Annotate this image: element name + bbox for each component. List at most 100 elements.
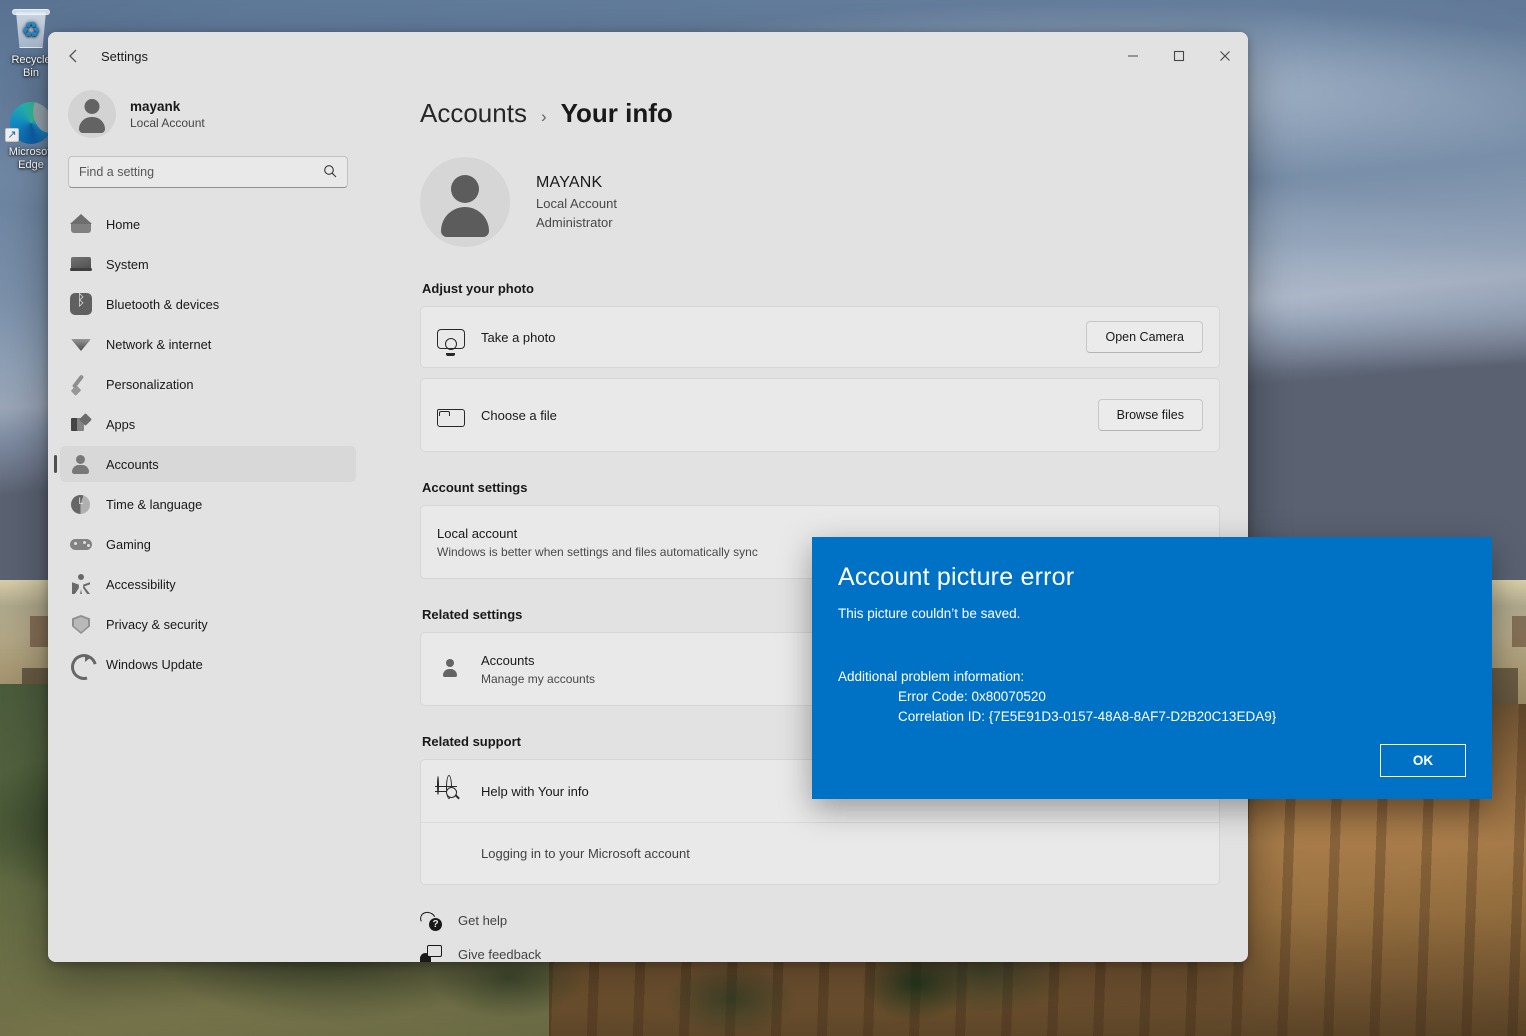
settings-window: Settings mayank L — [48, 32, 1248, 962]
account-picture-error-dialog: Account picture error This picture could… — [812, 537, 1492, 799]
spacer-icon — [437, 840, 465, 868]
gaming-icon — [70, 533, 92, 555]
search-icon — [323, 164, 337, 181]
time-icon — [70, 493, 92, 515]
maximize-button[interactable] — [1156, 32, 1202, 80]
user-role: Administrator — [536, 215, 617, 230]
sidebar-item-accounts[interactable]: Accounts — [60, 446, 356, 482]
sidebar-item-label: Windows Update — [106, 657, 203, 672]
help-with-your-info-label: Help with Your info — [481, 784, 589, 799]
chevron-right-icon: › — [541, 107, 547, 127]
globe-search-icon — [437, 777, 465, 805]
user-account-type: Local Account — [536, 196, 617, 211]
related-accounts-sub: Manage my accounts — [481, 672, 595, 686]
sidebar: mayank Local Account — [48, 80, 368, 962]
sidebar-item-label: Network & internet — [106, 337, 211, 352]
footer-links: Get help Give feedback — [420, 903, 1220, 962]
local-account-label: Local account — [437, 526, 758, 541]
breadcrumb: Accounts › Your info — [420, 98, 1220, 129]
sidebar-item-label: Apps — [106, 417, 135, 432]
logging-in-row[interactable]: Logging in to your Microsoft account — [421, 822, 1219, 884]
sidebar-item-label: Bluetooth & devices — [106, 297, 219, 312]
camera-icon — [437, 329, 465, 349]
dialog-message: This picture couldn’t be saved. — [838, 606, 1466, 621]
sidebar-item-accessibility[interactable]: Accessibility — [60, 566, 356, 602]
profile-subtitle: Local Account — [130, 116, 205, 130]
browse-files-button[interactable]: Browse files — [1098, 399, 1203, 431]
user-summary: MAYANK Local Account Administrator — [420, 157, 1220, 247]
page-title: Your info — [561, 98, 673, 129]
choose-file-card: Choose a file Browse files — [420, 378, 1220, 452]
take-photo-label: Take a photo — [481, 330, 555, 345]
search-input[interactable] — [79, 165, 317, 179]
dialog-extra-info: Additional problem information: Error Co… — [838, 667, 1466, 727]
local-account-sub: Windows is better when settings and file… — [437, 545, 758, 559]
breadcrumb-parent[interactable]: Accounts — [420, 98, 527, 129]
close-button[interactable] — [1202, 32, 1248, 80]
dialog-correlation-id: Correlation ID: {7E5E91D3-0157-48A8-8AF7… — [838, 707, 1466, 727]
window-title: Settings — [101, 49, 148, 64]
adjust-photo-heading: Adjust your photo — [422, 281, 1220, 296]
dialog-title: Account picture error — [838, 563, 1466, 592]
sidebar-item-personalization[interactable]: Personalization — [60, 366, 356, 402]
related-accounts-label: Accounts — [481, 653, 595, 668]
window-controls — [1110, 32, 1248, 80]
minimize-button[interactable] — [1110, 32, 1156, 80]
avatar — [68, 90, 116, 138]
search-box[interactable] — [68, 156, 348, 188]
give-feedback-label[interactable]: Give feedback — [458, 947, 541, 962]
sidebar-item-home[interactable]: Home — [60, 206, 356, 242]
home-icon — [70, 213, 92, 235]
account-settings-heading: Account settings — [422, 480, 1220, 495]
sidebar-item-network-internet[interactable]: Network & internet — [60, 326, 356, 362]
sidebar-item-label: Home — [106, 217, 140, 232]
take-photo-card: Take a photo Open Camera — [420, 306, 1220, 368]
feedback-icon — [420, 943, 442, 962]
sidebar-item-time-language[interactable]: Time & language — [60, 486, 356, 522]
dialog-error-code: Error Code: 0x80070520 — [838, 687, 1466, 707]
logging-in-link[interactable]: Logging in to your Microsoft account — [481, 846, 690, 861]
ok-button[interactable]: OK — [1380, 744, 1466, 777]
get-help-link[interactable]: Get help — [420, 903, 1220, 937]
sidebar-item-label: Accounts — [106, 457, 159, 472]
user-name: MAYANK — [536, 174, 617, 192]
desktop-icon-label: Microsoft Edge — [9, 146, 54, 171]
open-camera-button[interactable]: Open Camera — [1086, 321, 1203, 353]
back-button[interactable] — [57, 39, 91, 73]
privacy-icon — [70, 613, 92, 635]
system-icon — [70, 253, 92, 275]
accounts-icon — [70, 453, 92, 475]
sidebar-item-label: Privacy & security — [106, 617, 208, 632]
personalization-icon — [70, 373, 92, 395]
sidebar-item-label: Accessibility — [106, 577, 176, 592]
apps-icon — [70, 413, 92, 435]
sidebar-item-system[interactable]: System — [60, 246, 356, 282]
sidebar-item-windows-update[interactable]: Windows Update — [60, 646, 356, 682]
sidebar-item-bluetooth-devices[interactable]: Bluetooth & devices — [60, 286, 356, 322]
accessibility-icon — [70, 573, 92, 595]
network-icon — [70, 333, 92, 355]
user-avatar — [420, 157, 510, 247]
help-icon — [420, 909, 442, 931]
shortcut-arrow-icon: ↗ — [5, 128, 19, 142]
main-content: Accounts › Your info MAYANK Local Accoun… — [368, 80, 1248, 962]
sidebar-nav: Home System Bluetooth & devices Network … — [60, 206, 356, 682]
profile-name: mayank — [130, 99, 205, 114]
give-feedback-link[interactable]: Give feedback — [420, 937, 1220, 962]
sidebar-item-label: Gaming — [106, 537, 151, 552]
sidebar-item-apps[interactable]: Apps — [60, 406, 356, 442]
sidebar-item-label: Time & language — [106, 497, 202, 512]
sidebar-item-label: System — [106, 257, 149, 272]
bluetooth-icon — [70, 293, 92, 315]
desktop-icon-label: Recycle Bin — [11, 54, 50, 79]
folder-icon — [437, 409, 465, 427]
person-icon — [437, 655, 465, 683]
search-container — [60, 142, 356, 192]
update-icon — [70, 653, 92, 675]
sidebar-profile[interactable]: mayank Local Account — [60, 80, 356, 142]
get-help-label[interactable]: Get help — [458, 913, 507, 928]
sidebar-item-gaming[interactable]: Gaming — [60, 526, 356, 562]
sidebar-item-privacy-security[interactable]: Privacy & security — [60, 606, 356, 642]
choose-file-label: Choose a file — [481, 408, 557, 423]
dialog-extra-heading: Additional problem information: — [838, 667, 1466, 687]
